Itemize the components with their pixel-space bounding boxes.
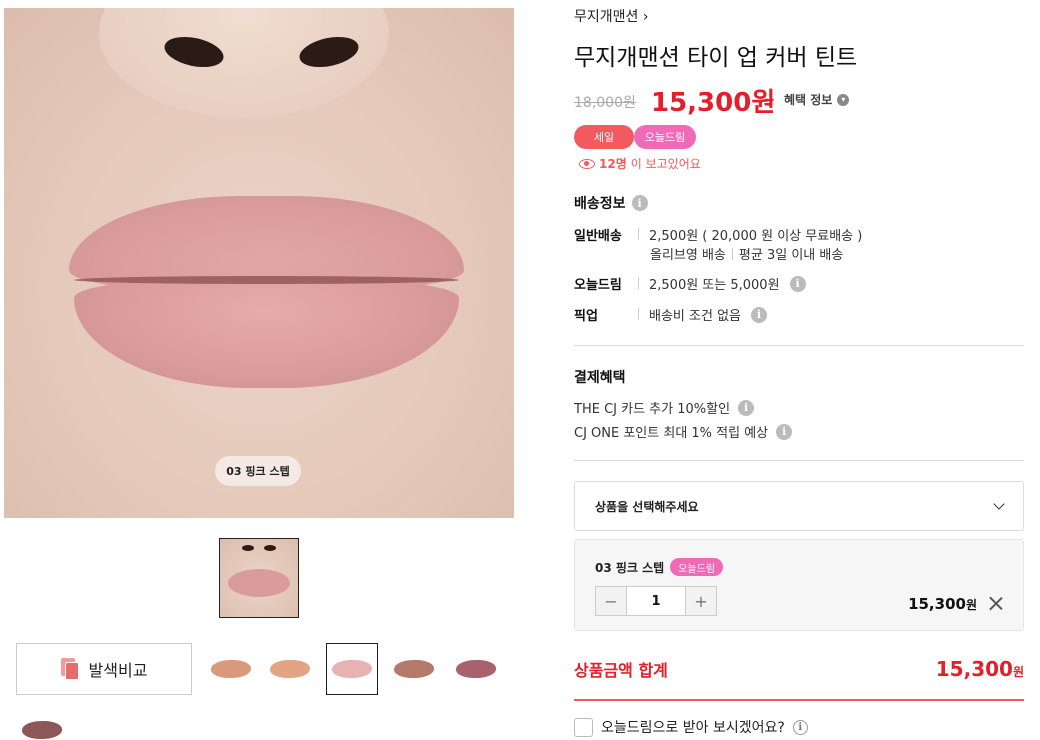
benefit-info-label: 혜택 정보 — [784, 93, 833, 107]
nose-graphic — [99, 8, 389, 118]
original-price: 18,000원 — [574, 95, 636, 111]
chevron-down-circle-icon: ▾ — [837, 93, 850, 106]
increase-quantity-button[interactable]: + — [686, 587, 716, 615]
shade-swatch-color — [211, 660, 251, 678]
decrease-quantity-button[interactable]: − — [596, 587, 626, 615]
shipping-info-title: 배송정보 i — [574, 193, 648, 213]
shade-swatch[interactable] — [205, 643, 257, 695]
shade-swatch-color — [270, 660, 310, 678]
quantity-input[interactable]: 1 — [626, 587, 686, 615]
divider — [731, 247, 733, 260]
option-select-placeholder: 상품을 선택해주세요 — [595, 499, 699, 514]
shade-swatch[interactable] — [264, 643, 316, 695]
shipping-value: 2,500원 또는 5,000원 — [649, 278, 780, 293]
chevron-down-icon — [993, 498, 1005, 510]
sale-price-tilde: ~ — [762, 90, 776, 109]
today-delivery-badge: 오늘드림 — [670, 558, 724, 576]
payment-benefit-row: CJ ONE 포인트 최대 1% 적립 예상 i — [574, 422, 793, 441]
shipping-info-heading: 배송정보 — [574, 196, 626, 212]
chevron-right-icon: › — [642, 9, 649, 25]
shipping-sub-info: 올리브영 배송 평균 3일 이내 배송 — [650, 244, 843, 263]
lip-line-graphic — [74, 276, 459, 284]
shipping-sub-a: 올리브영 배송 — [650, 248, 726, 263]
shipping-value: 2,500원 ( 20,000 원 이상 무료배송 ) — [649, 229, 863, 244]
lower-lip-graphic — [74, 278, 459, 388]
divider — [638, 277, 639, 289]
shipping-row-today: 오늘드림 2,500원 또는 5,000원 i — [574, 274, 806, 293]
selected-option-price: 15,300원 — [908, 595, 977, 613]
info-icon[interactable]: i — [792, 719, 808, 735]
image-thumbnail[interactable] — [219, 538, 299, 618]
shade-swatch-color — [332, 660, 372, 678]
option-select-dropdown[interactable]: 상품을 선택해주세요 — [574, 481, 1024, 531]
color-compare-label: 발색비교 — [88, 661, 148, 680]
selected-option-price-value: 15,300 — [908, 595, 966, 613]
shade-swatch-color — [456, 660, 496, 678]
payment-benefit-text: THE CJ 카드 추가 10%할인 — [574, 402, 731, 417]
product-title: 무지개맨션 타이 업 커버 틴트 — [574, 45, 858, 71]
sale-badge: 세일 — [574, 125, 634, 149]
shipping-sub-b: 평균 3일 이내 배송 — [738, 248, 844, 263]
today-delivery-label: 오늘드림으로 받아 보시겠어요? — [601, 720, 785, 736]
viewers-count: 12명 — [599, 157, 627, 171]
shipping-label: 일반배송 — [574, 229, 622, 244]
shade-swatch-color — [22, 721, 62, 739]
info-icon[interactable]: i — [738, 399, 755, 416]
shipping-row-pickup: 픽업 배송비 조건 없음 i — [574, 305, 767, 324]
product-main-image: 03 핑크 스텝 — [4, 8, 514, 518]
payment-benefit-row: THE CJ 카드 추가 10%할인 i — [574, 398, 755, 417]
swatch-compare-icon — [60, 658, 79, 680]
sale-price: 15,300원 — [651, 88, 776, 118]
shade-swatch[interactable] — [326, 643, 378, 695]
shipping-label: 오늘드림 — [574, 278, 622, 293]
viewers-text: 이 보고있어요 — [630, 157, 701, 171]
quantity-stepper: − 1 + — [595, 586, 717, 616]
benefit-info-toggle[interactable]: 혜택 정보 ▾ — [784, 91, 850, 108]
today-delivery-checkbox[interactable] — [574, 717, 593, 737]
divider — [638, 228, 639, 240]
shipping-row-standard: 일반배송 2,500원 ( 20,000 원 이상 무료배송 ) — [574, 225, 862, 244]
payment-benefit-title: 결제혜택 — [574, 370, 626, 386]
total-amount-label: 상품금액 합계 — [574, 661, 668, 680]
total-amount-value: 15,300 — [935, 657, 1013, 681]
color-compare-button[interactable]: 발색비교 — [16, 643, 192, 695]
total-underline — [574, 699, 1024, 701]
selected-option-card: 03 핑크 스텝 오늘드림 − 1 + 15,300원 — [574, 539, 1024, 631]
currency-unit: 원 — [1012, 665, 1024, 679]
shade-swatch[interactable] — [450, 643, 502, 695]
brand-link[interactable]: 무지개맨션 › — [574, 6, 648, 26]
brand-name: 무지개맨션 — [574, 9, 639, 25]
divider — [638, 308, 639, 320]
shipping-label: 픽업 — [574, 309, 598, 324]
section-divider — [574, 460, 1024, 461]
shade-swatch[interactable] — [16, 704, 68, 740]
shade-swatch-color — [394, 660, 434, 678]
selected-option-name: 03 핑크 스텝 — [595, 560, 665, 575]
total-amount: 15,300원 — [936, 657, 1024, 681]
today-delivery-option: 오늘드림으로 받아 보시겠어요? i — [574, 717, 808, 737]
currency-unit: 원 — [965, 598, 977, 612]
close-icon[interactable] — [989, 596, 1003, 610]
viewers-notice: 12명 이 보고있어요 — [579, 155, 701, 172]
shade-name-overlay: 03 핑크 스텝 — [215, 456, 301, 486]
info-icon[interactable]: i — [789, 275, 806, 292]
thumb-lip-graphic — [228, 569, 290, 597]
info-icon[interactable]: i — [776, 423, 793, 440]
shipping-info-icon[interactable]: i — [631, 195, 648, 211]
thumb-nostril-left — [242, 545, 254, 551]
shade-swatch[interactable] — [388, 643, 440, 695]
today-delivery-badge: 오늘드림 — [634, 125, 696, 149]
eye-icon — [579, 158, 595, 169]
section-divider — [574, 345, 1024, 346]
shipping-value: 배송비 조건 없음 — [649, 309, 741, 324]
payment-benefit-text: CJ ONE 포인트 최대 1% 적립 예상 — [574, 426, 769, 441]
info-icon[interactable]: i — [751, 306, 767, 323]
selected-option-name-row: 03 핑크 스텝 오늘드림 — [595, 558, 724, 576]
thumb-nostril-right — [264, 545, 276, 551]
